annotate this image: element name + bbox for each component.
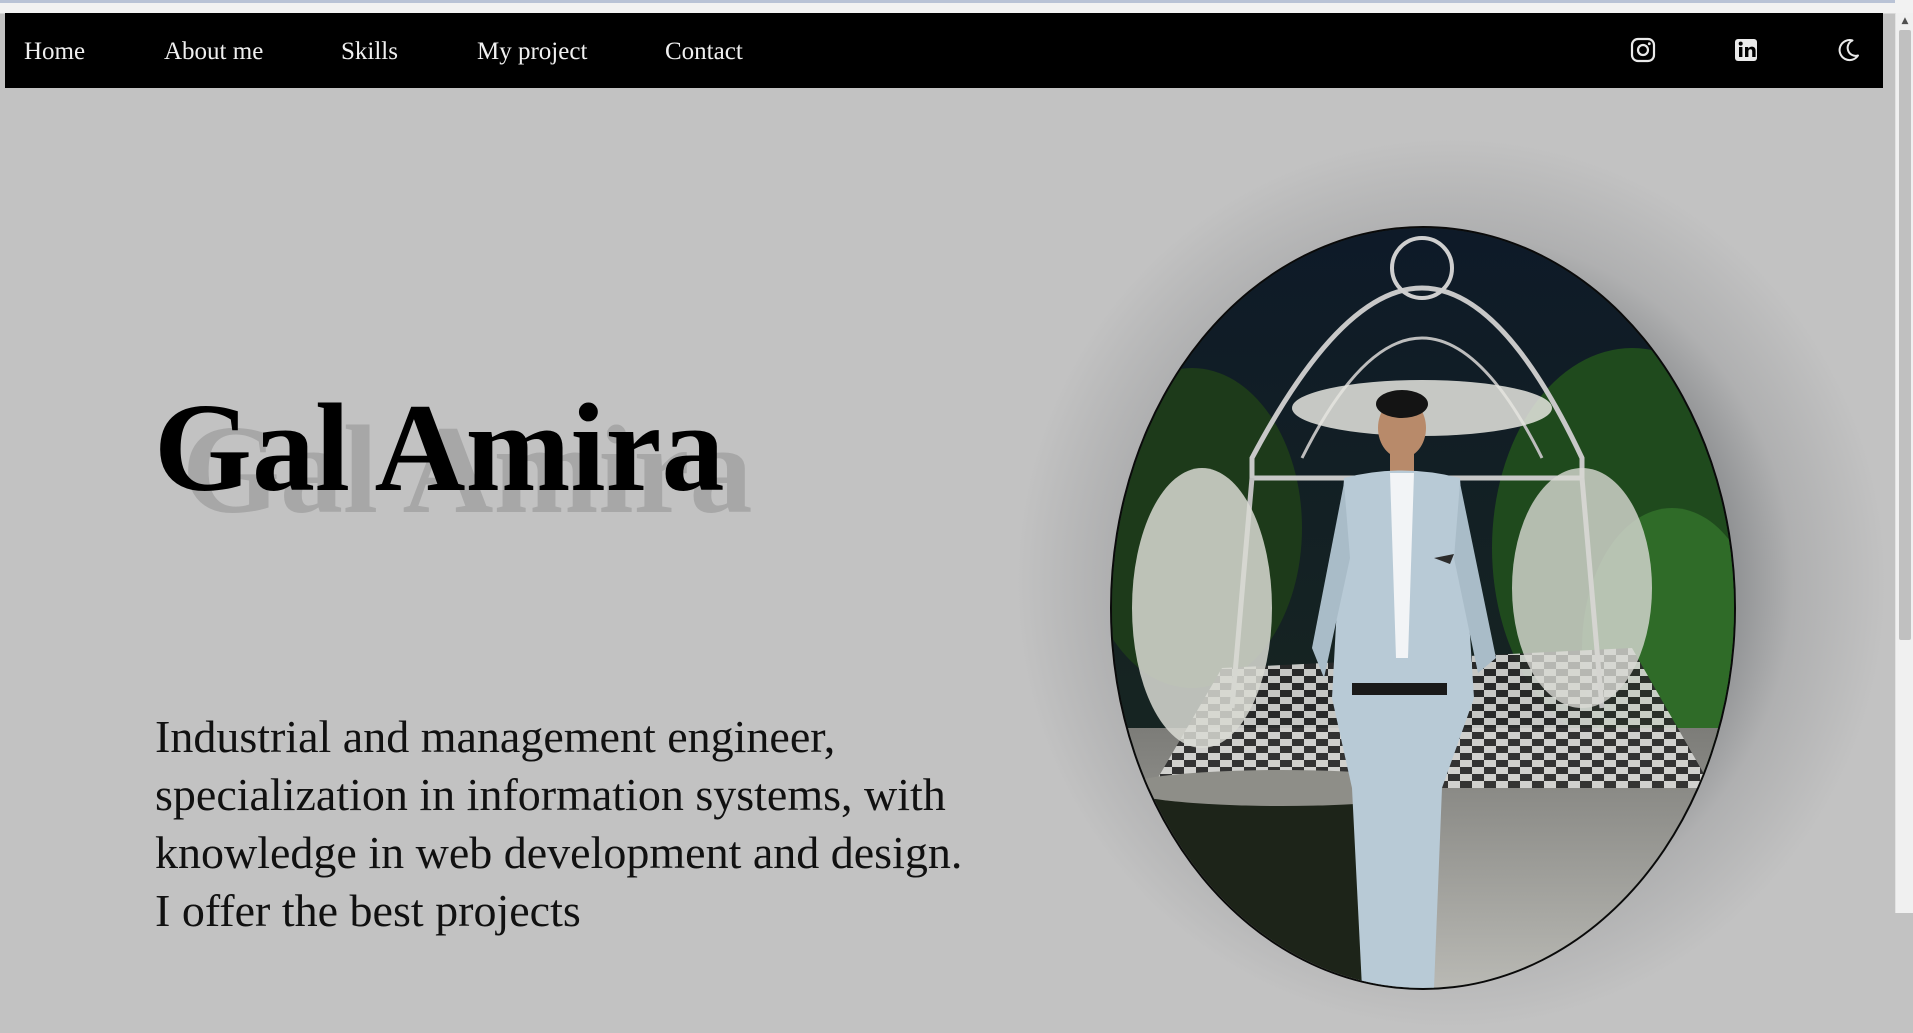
- navbar: Home About me Skills My project Contact: [5, 13, 1883, 88]
- nav-link-contact[interactable]: Contact: [665, 37, 743, 67]
- hero-bio: Industrial and management engineer, spec…: [155, 711, 963, 936]
- hero-name-text: Gal Amira: [154, 379, 725, 518]
- linkedin-icon[interactable]: [1731, 35, 1761, 65]
- instagram-icon[interactable]: [1628, 35, 1658, 65]
- browser-accent-line: [0, 0, 1895, 3]
- scroll-up-arrow-icon[interactable]: ▲: [1896, 13, 1913, 30]
- profile-photo: [1110, 226, 1736, 990]
- moon-icon[interactable]: [1833, 35, 1863, 65]
- hero-name: Gal Amira Gal Amira: [154, 379, 874, 540]
- vertical-scrollbar[interactable]: ▲: [1895, 13, 1913, 913]
- nav-link-my-project[interactable]: My project: [477, 37, 587, 67]
- browser-top-strip: [0, 0, 1913, 14]
- nav-link-about-me[interactable]: About me: [164, 37, 263, 67]
- nav-link-home[interactable]: Home: [24, 37, 85, 67]
- nav-link-skills[interactable]: Skills: [341, 37, 398, 67]
- scrollbar-thumb[interactable]: [1899, 30, 1911, 640]
